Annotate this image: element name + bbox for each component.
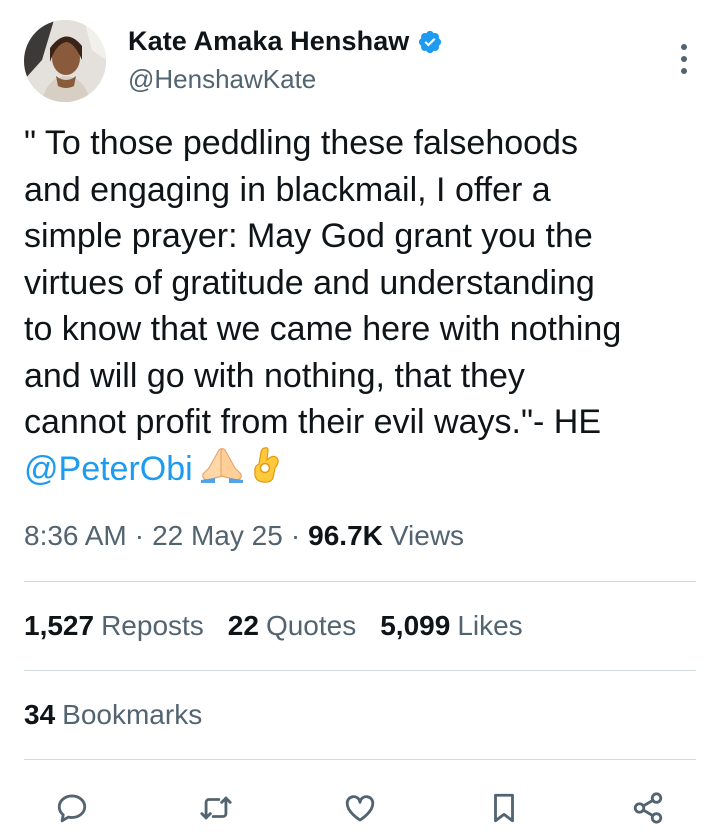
- more-options-icon[interactable]: [676, 42, 692, 76]
- like-button[interactable]: [338, 786, 382, 830]
- tweet-time[interactable]: 8:36 AM: [24, 520, 127, 552]
- ok-hand-emoji: [251, 446, 281, 497]
- action-bar: [0, 786, 720, 830]
- retweet-icon: [200, 796, 232, 820]
- tweet-header: Kate Amaka Henshaw @HenshawKate: [24, 20, 696, 104]
- name-row: Kate Amaka Henshaw: [128, 26, 443, 57]
- reposts-label: Reposts: [101, 610, 204, 641]
- tweet-meta: 8:36 AM · 22 May 25 · 96.7K Views: [24, 520, 464, 552]
- bookmark-button[interactable]: [482, 786, 526, 830]
- folded-hands-emoji: [199, 446, 245, 497]
- divider: [24, 581, 696, 582]
- reposts-stat[interactable]: 1,527 Reposts: [24, 610, 204, 642]
- share-button[interactable]: [626, 786, 670, 830]
- reply-icon: [57, 794, 87, 823]
- divider: [24, 759, 696, 760]
- quotes-stat[interactable]: 22 Quotes: [228, 610, 356, 642]
- quotes-count: 22: [227, 610, 259, 641]
- retweet-button[interactable]: [194, 786, 238, 830]
- engagement-stats: 1,527 Reposts 22 Quotes 5,099 Likes: [24, 610, 547, 642]
- likes-stat[interactable]: 5,099 Likes: [380, 610, 522, 642]
- views-label: Views: [389, 520, 465, 551]
- views-count: 96.7K: [308, 520, 383, 551]
- bookmarks-label: Bookmarks: [62, 699, 203, 730]
- share-icon: [633, 792, 663, 824]
- display-name[interactable]: Kate Amaka Henshaw: [128, 26, 409, 57]
- meta-separator: ·: [134, 520, 145, 551]
- tweet-text: " To those peddling these falsehoods and…: [24, 120, 694, 496]
- divider: [24, 670, 696, 671]
- bookmarks-stat[interactable]: 34 Bookmarks: [24, 699, 202, 731]
- like-icon: [345, 795, 375, 822]
- author-handle[interactable]: @HenshawKate: [128, 64, 316, 95]
- verified-badge-icon: [419, 30, 442, 53]
- quotes-label: Quotes: [265, 610, 357, 641]
- avatar[interactable]: [24, 20, 106, 102]
- bookmarks-count: 34: [24, 699, 56, 730]
- meta-separator: ·: [290, 520, 301, 551]
- likes-label: Likes: [457, 610, 523, 641]
- mention-link[interactable]: @PeterObi: [24, 450, 193, 488]
- bookmark-icon: [494, 793, 514, 823]
- tweet-body: " To those peddling these falsehoods and…: [24, 124, 622, 441]
- tweet-date[interactable]: 22 May 25: [152, 520, 283, 552]
- reply-button[interactable]: [50, 786, 94, 830]
- reposts-count: 1,527: [24, 610, 95, 641]
- likes-count: 5,099: [380, 610, 451, 641]
